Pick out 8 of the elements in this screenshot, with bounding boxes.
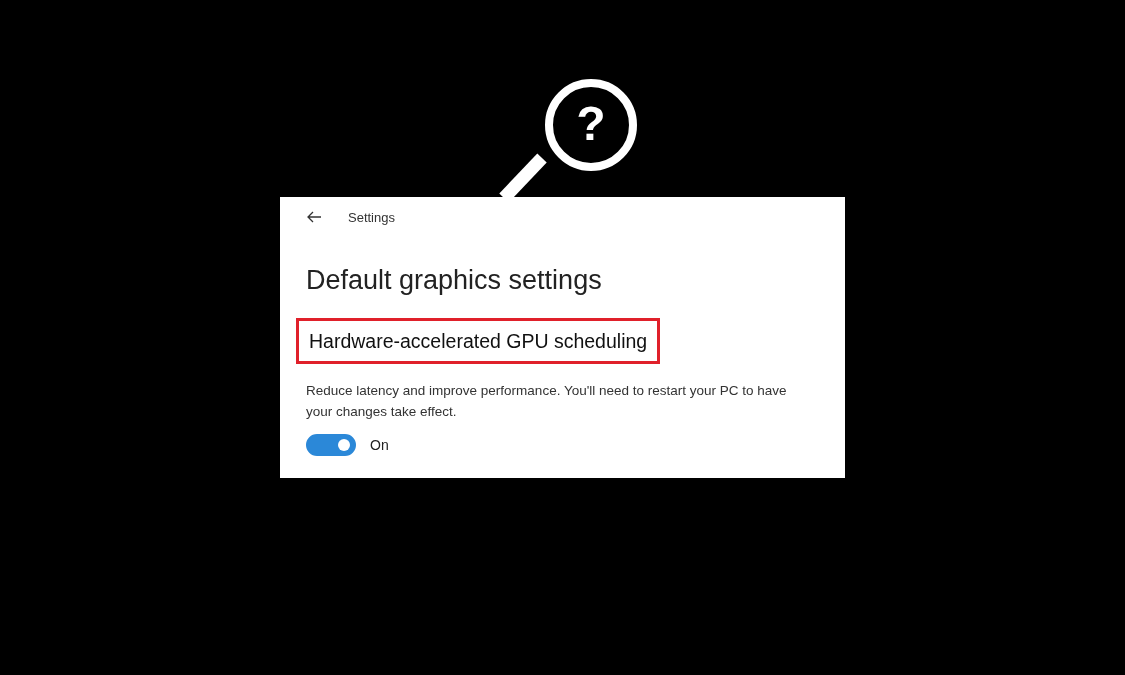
- toggle-switch[interactable]: [306, 434, 356, 456]
- setting-description: Reduce latency and improve performance. You'll need to restart your PC to have your changes take effect.: [306, 382, 788, 421]
- toggle-label: On: [370, 437, 389, 453]
- setting-title: Hardware-accelerated GPU scheduling: [296, 318, 661, 364]
- question-mark: ?: [575, 96, 607, 152]
- page-heading: Default graphics settings: [306, 264, 603, 297]
- window-title: Settings: [348, 209, 395, 225]
- back-icon[interactable]: [306, 211, 322, 223]
